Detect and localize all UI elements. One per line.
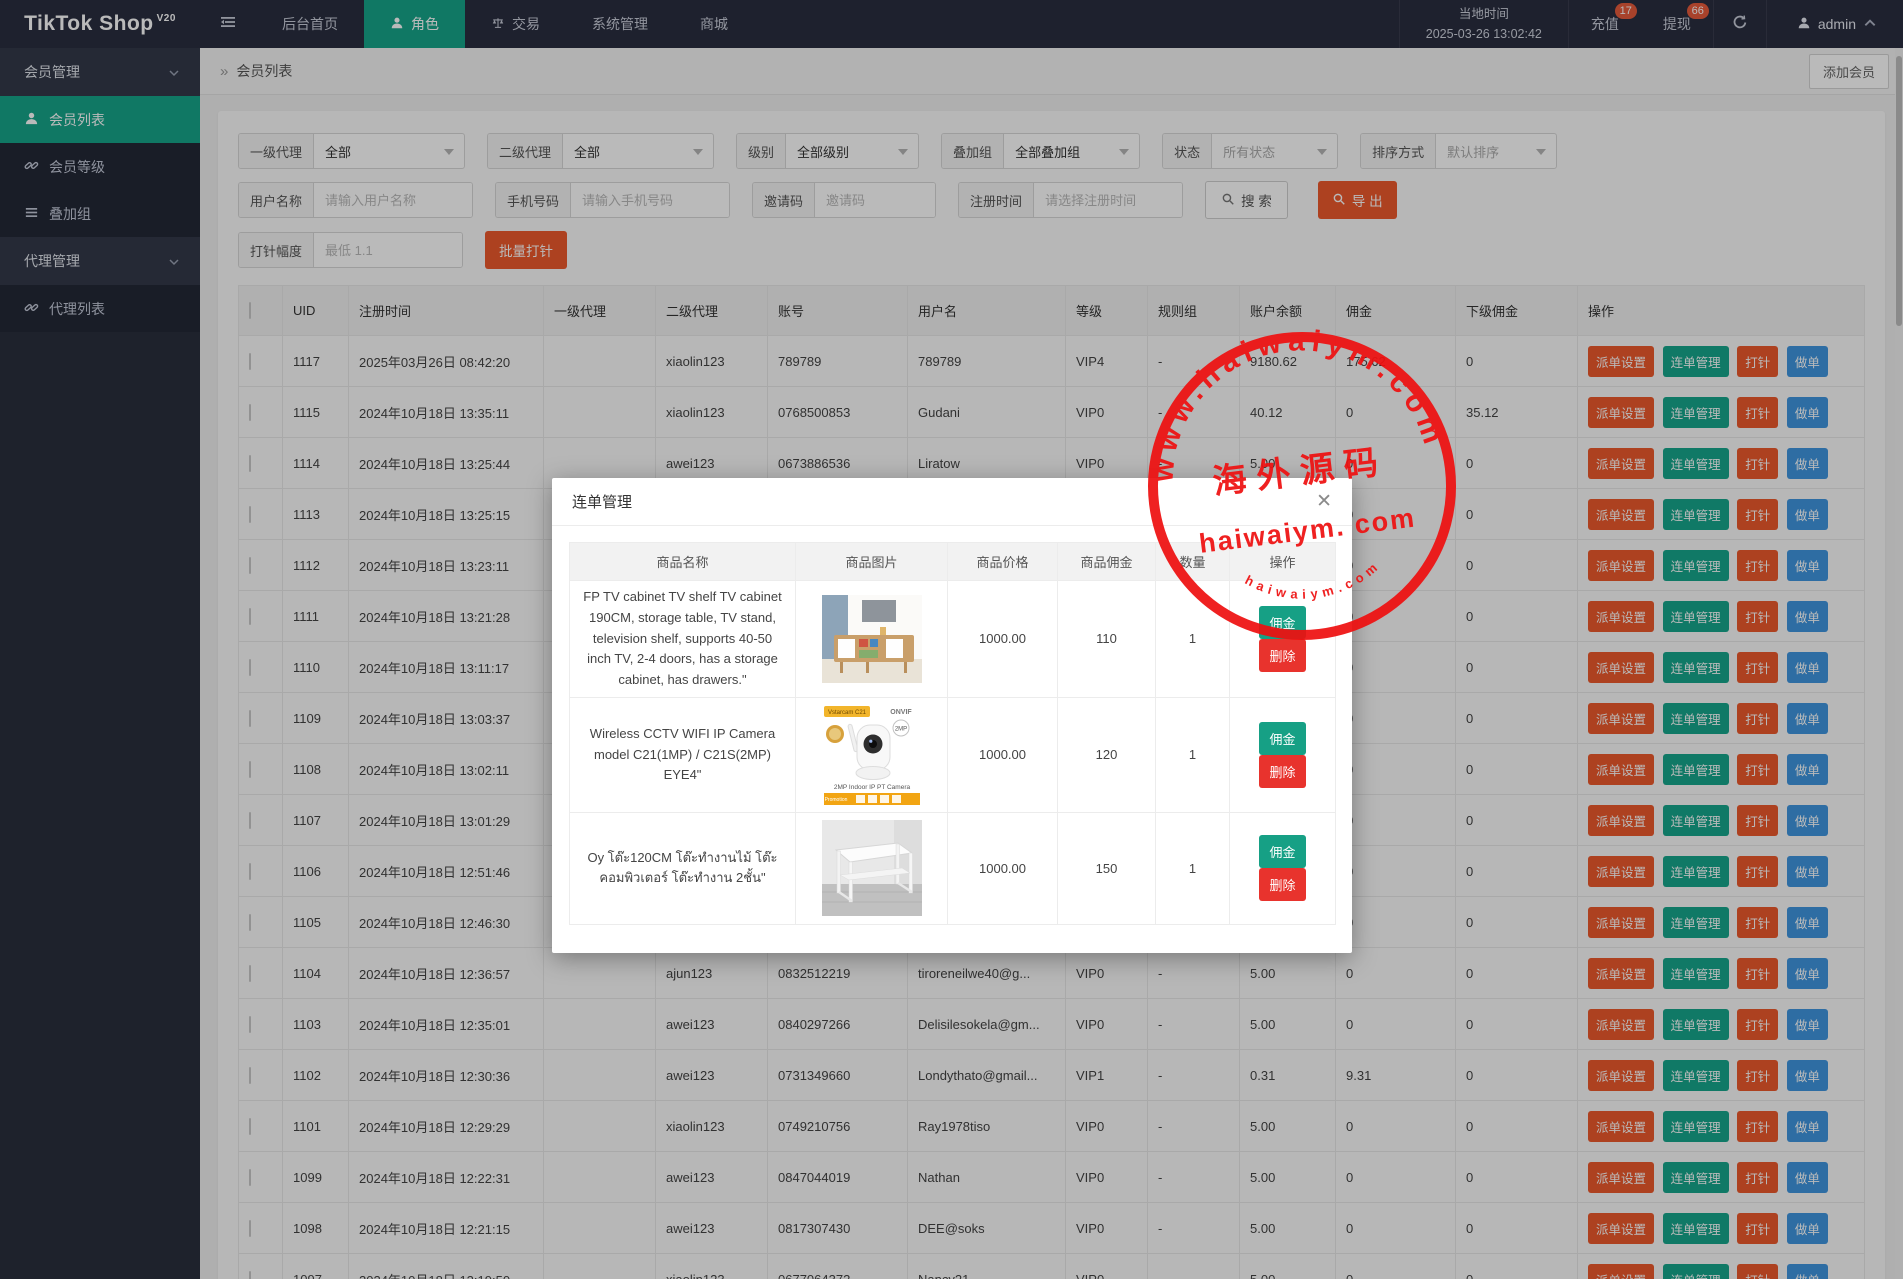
- product-column-header: 数量: [1156, 543, 1230, 581]
- chain-order-modal: 连单管理 ✕ 商品名称商品图片商品价格商品佣金数量操作 FP TV cabine…: [552, 478, 1352, 953]
- product-name: FP TV cabinet TV shelf TV cabinet 190CM,…: [570, 581, 796, 698]
- product-commission: 120: [1058, 697, 1156, 812]
- modal-header: 连单管理 ✕: [552, 478, 1352, 526]
- product-table: 商品名称商品图片商品价格商品佣金数量操作 FP TV cabinet TV sh…: [569, 542, 1336, 925]
- product-name: Oy โต๊ะ120CM โต๊ะทำงานไม้ โต๊ะคอมพิวเตอร…: [570, 812, 796, 924]
- product-name: Wireless CCTV WIFI IP Camera model C21(1…: [570, 697, 796, 812]
- product-price: 1000.00: [948, 812, 1058, 924]
- product-header-row: 商品名称商品图片商品价格商品佣金数量操作: [570, 543, 1336, 581]
- svg-text:Vstarcam C21: Vstarcam C21: [827, 710, 866, 716]
- product-commission: 110: [1058, 581, 1156, 698]
- product-column-header: 商品名称: [570, 543, 796, 581]
- product-row: Wireless CCTV WIFI IP Camera model C21(1…: [570, 697, 1336, 812]
- product-actions: 佣金 删除: [1230, 812, 1336, 924]
- product-price: 1000.00: [948, 581, 1058, 698]
- ip-camera-product-image: Vstarcam C21 ONVIF 2MP: [822, 704, 922, 806]
- commission-button[interactable]: 佣金: [1259, 722, 1305, 755]
- product-image-cell: Vstarcam C21 ONVIF 2MP: [796, 697, 948, 812]
- svg-text:ONVIF: ONVIF: [890, 709, 912, 716]
- product-commission: 150: [1058, 812, 1156, 924]
- commission-button[interactable]: 佣金: [1259, 835, 1305, 868]
- product-column-header: 商品佣金: [1058, 543, 1156, 581]
- product-price: 1000.00: [948, 697, 1058, 812]
- product-qty: 1: [1156, 581, 1230, 698]
- delete-button[interactable]: 删除: [1259, 639, 1305, 672]
- product-actions: 佣金 删除: [1230, 697, 1336, 812]
- product-image-cell: [796, 581, 948, 698]
- product-column-header: 商品图片: [796, 543, 948, 581]
- tv-cabinet-product-image: [822, 595, 922, 683]
- product-row: Oy โต๊ะ120CM โต๊ะทำงานไม้ โต๊ะคอมพิวเตอร…: [570, 812, 1336, 924]
- modal-title: 连单管理: [572, 491, 632, 512]
- product-qty: 1: [1156, 812, 1230, 924]
- product-row: FP TV cabinet TV shelf TV cabinet 190CM,…: [570, 581, 1336, 698]
- delete-button[interactable]: 删除: [1259, 868, 1305, 901]
- product-column-header: 操作: [1230, 543, 1336, 581]
- modal-body: 商品名称商品图片商品价格商品佣金数量操作 FP TV cabinet TV sh…: [552, 526, 1352, 953]
- computer-desk-product-image: [822, 820, 922, 916]
- product-actions: 佣金 删除: [1230, 581, 1336, 698]
- product-image-cell: [796, 812, 948, 924]
- svg-text:2MP: 2MP: [894, 726, 906, 732]
- product-qty: 1: [1156, 697, 1230, 812]
- close-icon[interactable]: ✕: [1316, 492, 1332, 511]
- svg-text:Promotion: Promotion: [824, 797, 847, 803]
- svg-text:2MP Indoor IP PT Camera: 2MP Indoor IP PT Camera: [833, 784, 910, 791]
- delete-button[interactable]: 删除: [1259, 755, 1305, 788]
- commission-button[interactable]: 佣金: [1259, 606, 1305, 639]
- product-column-header: 商品价格: [948, 543, 1058, 581]
